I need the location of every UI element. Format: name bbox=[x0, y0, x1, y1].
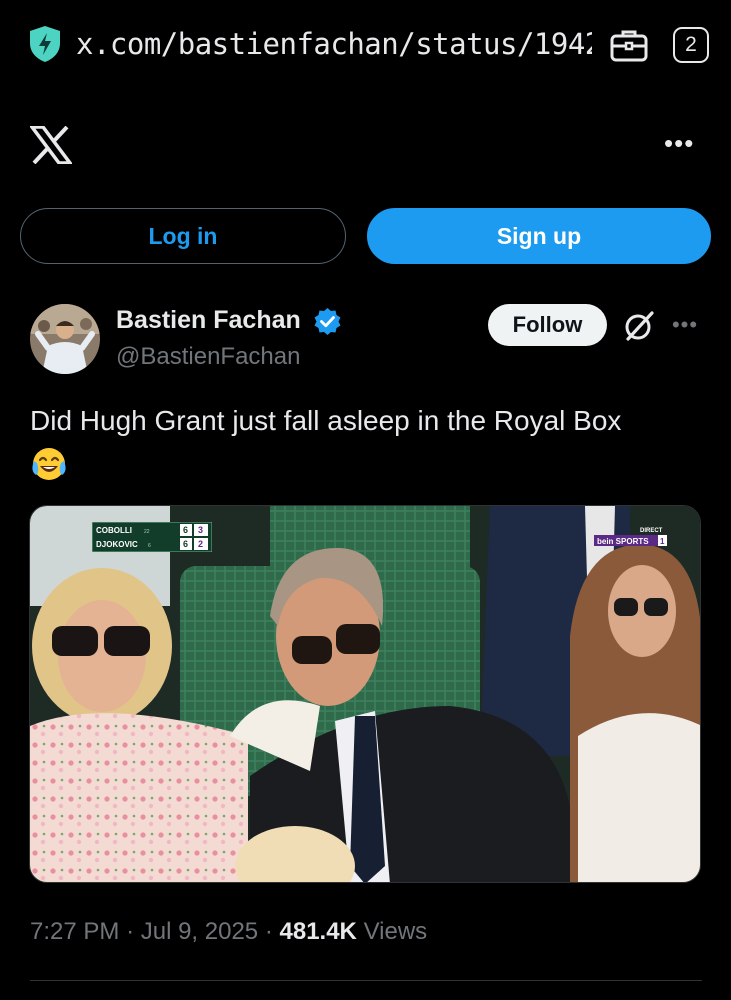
verified-badge-icon bbox=[314, 308, 341, 335]
tab-count-button[interactable]: 2 bbox=[673, 27, 709, 63]
views-label: Views bbox=[363, 918, 428, 945]
divider bbox=[30, 980, 702, 981]
scoreboard-player2: DJOKOVIC bbox=[96, 540, 138, 549]
scoreboard-player2-seed: 6 bbox=[148, 543, 151, 549]
x-logo-icon[interactable] bbox=[30, 126, 72, 164]
briefcase-icon[interactable] bbox=[609, 27, 649, 63]
views-count: 481.4K bbox=[279, 918, 357, 945]
broadcaster-name: bein SPORTS bbox=[597, 537, 649, 546]
scoreboard-p2-set1: 6 bbox=[183, 539, 188, 549]
meta-separator: · bbox=[126, 918, 135, 945]
browser-url-bar: x.com/bastienfachan/status/1942 2 bbox=[0, 0, 731, 90]
url-field[interactable]: x.com/bastienfachan/status/1942 bbox=[76, 22, 592, 66]
author-name[interactable]: Bastien Fachan bbox=[116, 304, 301, 336]
tears-of-joy-emoji-icon bbox=[32, 448, 66, 480]
shield-bolt-icon[interactable] bbox=[28, 25, 62, 63]
post-text: Did Hugh Grant just fall asleep in the R… bbox=[30, 405, 622, 436]
scoreboard-p1-set1: 6 bbox=[183, 525, 188, 535]
avatar[interactable] bbox=[30, 304, 100, 374]
scoreboard-player1-seed: 22 bbox=[144, 529, 150, 535]
broadcaster-logo: DIRECT bein SPORTS 1 bbox=[594, 528, 667, 546]
post-time[interactable]: 7:27 PM bbox=[30, 918, 119, 945]
meta-separator: · bbox=[264, 918, 273, 945]
login-button[interactable]: Log in bbox=[20, 208, 346, 264]
post-date[interactable]: Jul 9, 2025 bbox=[141, 918, 258, 945]
scoreboard-p1-set2: 3 bbox=[198, 525, 203, 535]
post-image[interactable] bbox=[29, 505, 701, 883]
post-meta: 7:27 PM · Jul 9, 2025 · 481.4K Views bbox=[30, 915, 427, 949]
author-handle[interactable]: @BastienFachan bbox=[116, 342, 300, 372]
follow-button[interactable]: Follow bbox=[488, 304, 607, 346]
tennis-scoreboard: COBOLLI 22 DJOKOVIC 6 6 3 6 2 bbox=[92, 522, 212, 552]
grok-icon[interactable] bbox=[622, 309, 656, 343]
signup-button[interactable]: Sign up bbox=[367, 208, 711, 264]
post-more-icon[interactable]: ••• bbox=[668, 311, 702, 339]
broadcaster-tag: DIRECT bbox=[640, 528, 663, 534]
scoreboard-player1: COBOLLI bbox=[96, 526, 132, 535]
scoreboard-p2-set2: 2 bbox=[198, 539, 203, 549]
broadcaster-channel: 1 bbox=[660, 537, 665, 546]
more-options-icon[interactable]: ••• bbox=[664, 128, 694, 158]
